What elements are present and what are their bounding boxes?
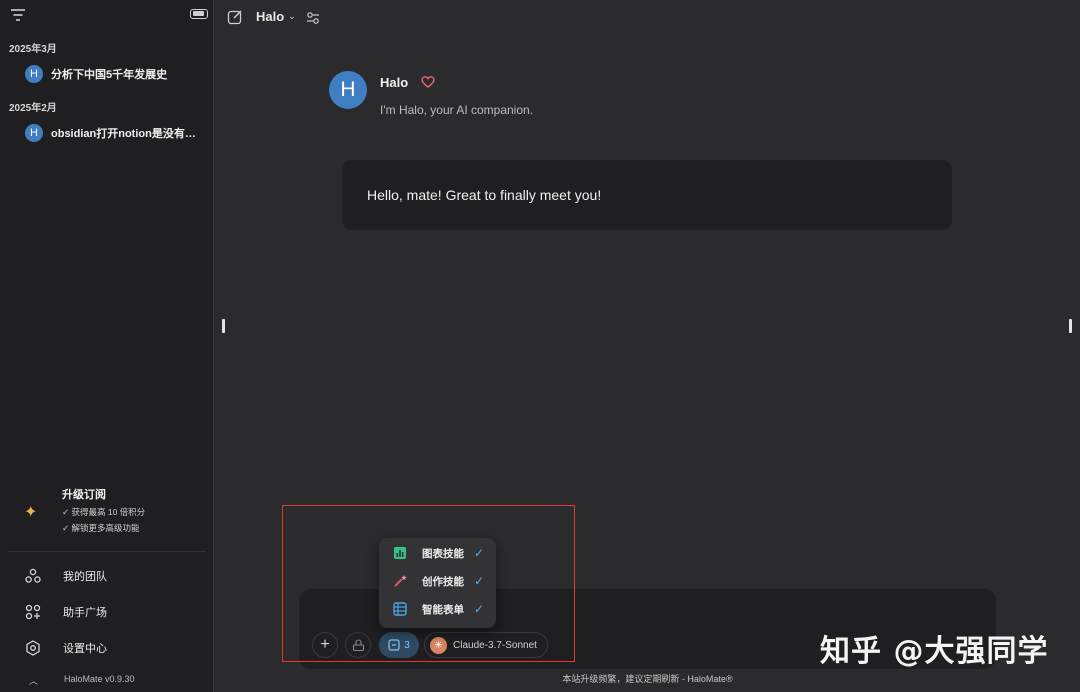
left-resize-handle[interactable] bbox=[222, 319, 225, 333]
footer-notice: 本站升级频繁，建议定期刷新 - HaloMate® bbox=[562, 674, 733, 684]
chart-icon bbox=[394, 547, 406, 559]
watermark: 知乎 @大强同学 bbox=[820, 634, 1049, 669]
chevron-up-icon[interactable]: ︿ bbox=[29, 674, 38, 687]
bot-name: Halo bbox=[380, 75, 409, 90]
conversation-item[interactable]: H obsidian打开notion是没有登录 bbox=[18, 119, 208, 147]
skills-button[interactable]: 3 bbox=[379, 632, 419, 658]
nav-label: 助手广场 bbox=[63, 607, 107, 619]
team-icon bbox=[25, 568, 41, 583]
sparkle-icon: ✦ bbox=[24, 504, 38, 521]
skill-item-creative[interactable]: 创作技能 ✓ bbox=[379, 568, 496, 594]
agent-settings-icon[interactable] bbox=[306, 11, 320, 25]
avatar: H bbox=[25, 124, 43, 142]
agent-name: Halo bbox=[256, 9, 285, 24]
form-table-icon bbox=[393, 602, 407, 616]
upgrade-title: 升级订阅 bbox=[62, 489, 106, 501]
app-version: HaloMate v0.9.30 bbox=[64, 674, 135, 684]
skill-label: 智能表单 bbox=[422, 603, 464, 616]
nav-item-my-team[interactable]: 我的团队 bbox=[0, 561, 214, 591]
apps-grid-icon bbox=[25, 604, 41, 620]
skills-count: 3 bbox=[404, 639, 410, 651]
check-icon: ✓ bbox=[474, 574, 485, 588]
new-chat-edit-icon[interactable] bbox=[227, 9, 243, 25]
collapse-sidebar-icon[interactable] bbox=[190, 9, 208, 19]
claude-logo-icon: ✳ bbox=[430, 636, 447, 654]
add-attachment-button[interactable]: + bbox=[312, 632, 338, 658]
heart-icon[interactable] bbox=[421, 75, 435, 89]
app-window: 2025年3月 H 分析下中国5千年发展史 2025年2月 H obsidian… bbox=[0, 0, 1080, 692]
nav-item-assistant-plaza[interactable]: 助手广场 bbox=[0, 597, 214, 627]
sidebar-top-bar bbox=[0, 0, 214, 32]
conversation-item[interactable]: H 分析下中国5千年发展史 bbox=[18, 60, 208, 88]
check-icon: ✓ bbox=[474, 602, 485, 616]
magic-wand-icon bbox=[394, 575, 407, 587]
skill-item-smart-form[interactable]: 智能表单 ✓ bbox=[379, 596, 496, 622]
bot-intro: I'm Halo, your AI companion. bbox=[380, 103, 534, 117]
check-icon: ✓ bbox=[474, 546, 485, 560]
upgrade-benefit: ✓ 解锁更多高级功能 bbox=[62, 523, 140, 533]
skill-label: 图表技能 bbox=[422, 547, 464, 560]
conversation-title: obsidian打开notion是没有登录 bbox=[51, 128, 205, 140]
skills-icon bbox=[388, 639, 400, 651]
upgrade-benefit: ✓ 获得最高 10 倍积分 bbox=[62, 507, 146, 517]
filter-icon[interactable] bbox=[10, 8, 26, 22]
avatar: H bbox=[25, 65, 43, 83]
divider bbox=[8, 551, 206, 552]
settings-hex-icon bbox=[26, 640, 40, 656]
model-name: Claude-3.7-Sonnet bbox=[453, 639, 537, 651]
upgrade-subscription-card[interactable]: ✦ 升级订阅 ✓ 获得最高 10 倍积分 ✓ 解锁更多高级功能 bbox=[0, 480, 214, 550]
right-resize-handle[interactable] bbox=[1069, 319, 1072, 333]
skill-label: 创作技能 bbox=[422, 575, 464, 588]
chat-header: Halo ⌄ bbox=[215, 0, 1080, 36]
tools-button[interactable] bbox=[345, 632, 371, 658]
conversation-title: 分析下中国5千年发展史 bbox=[51, 69, 168, 81]
message-bubble: Hello, mate! Great to finally meet you! bbox=[342, 160, 952, 230]
history-group-date: 2025年3月 bbox=[9, 44, 57, 55]
plus-icon: + bbox=[320, 636, 330, 653]
sidebar: 2025年3月 H 分析下中国5千年发展史 2025年2月 H obsidian… bbox=[0, 0, 214, 692]
history-group-date: 2025年2月 bbox=[9, 103, 57, 114]
nav-item-settings[interactable]: 设置中心 bbox=[0, 633, 214, 663]
nav-label: 设置中心 bbox=[63, 643, 107, 655]
message-text: Hello, mate! Great to finally meet you! bbox=[367, 187, 602, 203]
skills-popup: 图表技能 ✓ 创作技能 ✓ 智能表单 ✓ bbox=[379, 538, 496, 628]
bot-avatar: H bbox=[329, 71, 367, 109]
skill-item-chart[interactable]: 图表技能 ✓ bbox=[379, 540, 496, 566]
toolkit-icon bbox=[352, 638, 364, 651]
chevron-down-icon: ⌄ bbox=[288, 11, 296, 21]
model-selector[interactable]: ✳ Claude-3.7-Sonnet bbox=[424, 632, 548, 658]
nav-label: 我的团队 bbox=[63, 571, 107, 583]
agent-selector[interactable]: Halo ⌄ bbox=[256, 9, 296, 24]
